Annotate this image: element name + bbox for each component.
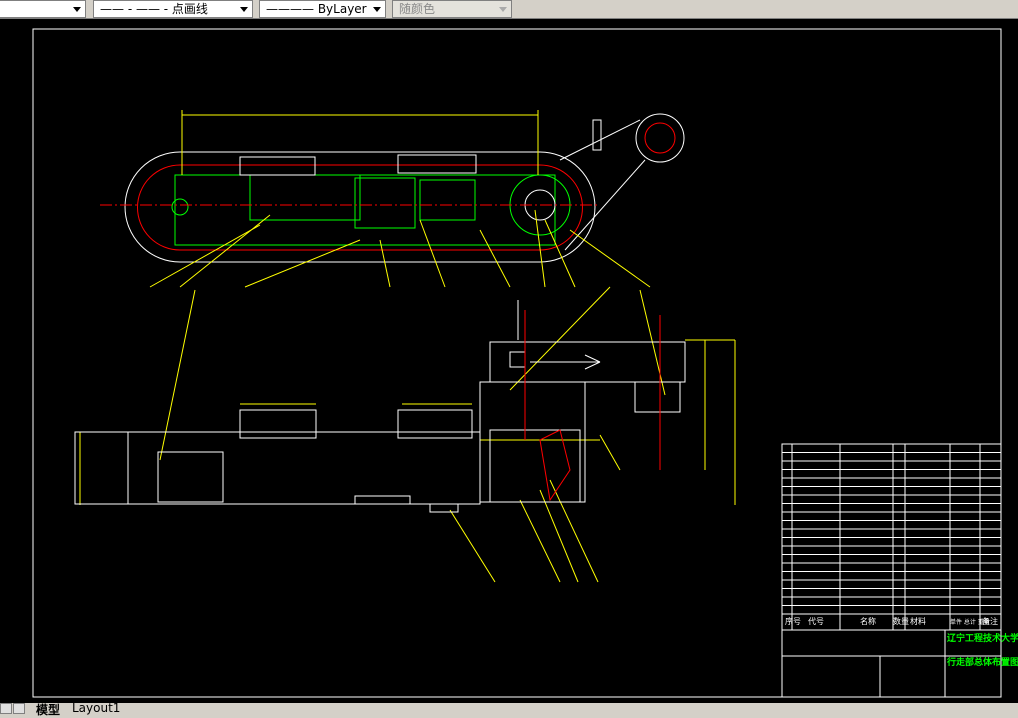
dimension-lines [79, 110, 736, 583]
chevron-down-icon [499, 7, 507, 12]
parts-list-headers: 序号 代号 名称 数量 材料 单件 总计 重量 备注 [785, 616, 998, 626]
linetype-combo[interactable]: —— - —— - 点画线 [93, 0, 253, 18]
school-name: 辽宁工程技术大学 [947, 632, 1018, 644]
cad-drawing: 序号 代号 名称 数量 材料 单件 总计 重量 备注 辽宁工程技术大学 行走部总… [32, 28, 1018, 698]
tab-nav-last-button[interactable] [13, 703, 25, 714]
header-remark: 备注 [982, 616, 998, 626]
tab-model[interactable]: 模型 [36, 701, 60, 718]
lineweight-combo[interactable]: ———— ByLayer [259, 0, 386, 18]
color-combo[interactable]: 随颜色 [392, 0, 512, 18]
chevron-down-icon [240, 7, 248, 12]
chevron-down-icon [73, 7, 81, 12]
tab-layout1[interactable]: Layout1 [72, 701, 120, 715]
drawing-canvas[interactable]: 序号 代号 名称 数量 材料 单件 总计 重量 备注 辽宁工程技术大学 行走部总… [0, 19, 1018, 703]
layer-combo[interactable] [0, 0, 86, 18]
header-qty: 数量 [893, 616, 909, 626]
track-top-view [100, 113, 685, 263]
track-side-view [74, 300, 686, 513]
header-no: 序号 [785, 616, 801, 626]
layout-tabs: 模型 Layout1 [0, 701, 1018, 717]
header-code: 代号 [808, 616, 824, 626]
drawing-title: 行走部总体布置图 [946, 656, 1018, 668]
header-material: 材料 [910, 616, 926, 626]
header-name: 名称 [860, 616, 876, 626]
chevron-down-icon [373, 7, 381, 12]
tab-nav-prev-button[interactable] [0, 703, 12, 714]
properties-toolbar: —— - —— - 点画线 ———— ByLayer 随颜色 [0, 0, 1018, 19]
